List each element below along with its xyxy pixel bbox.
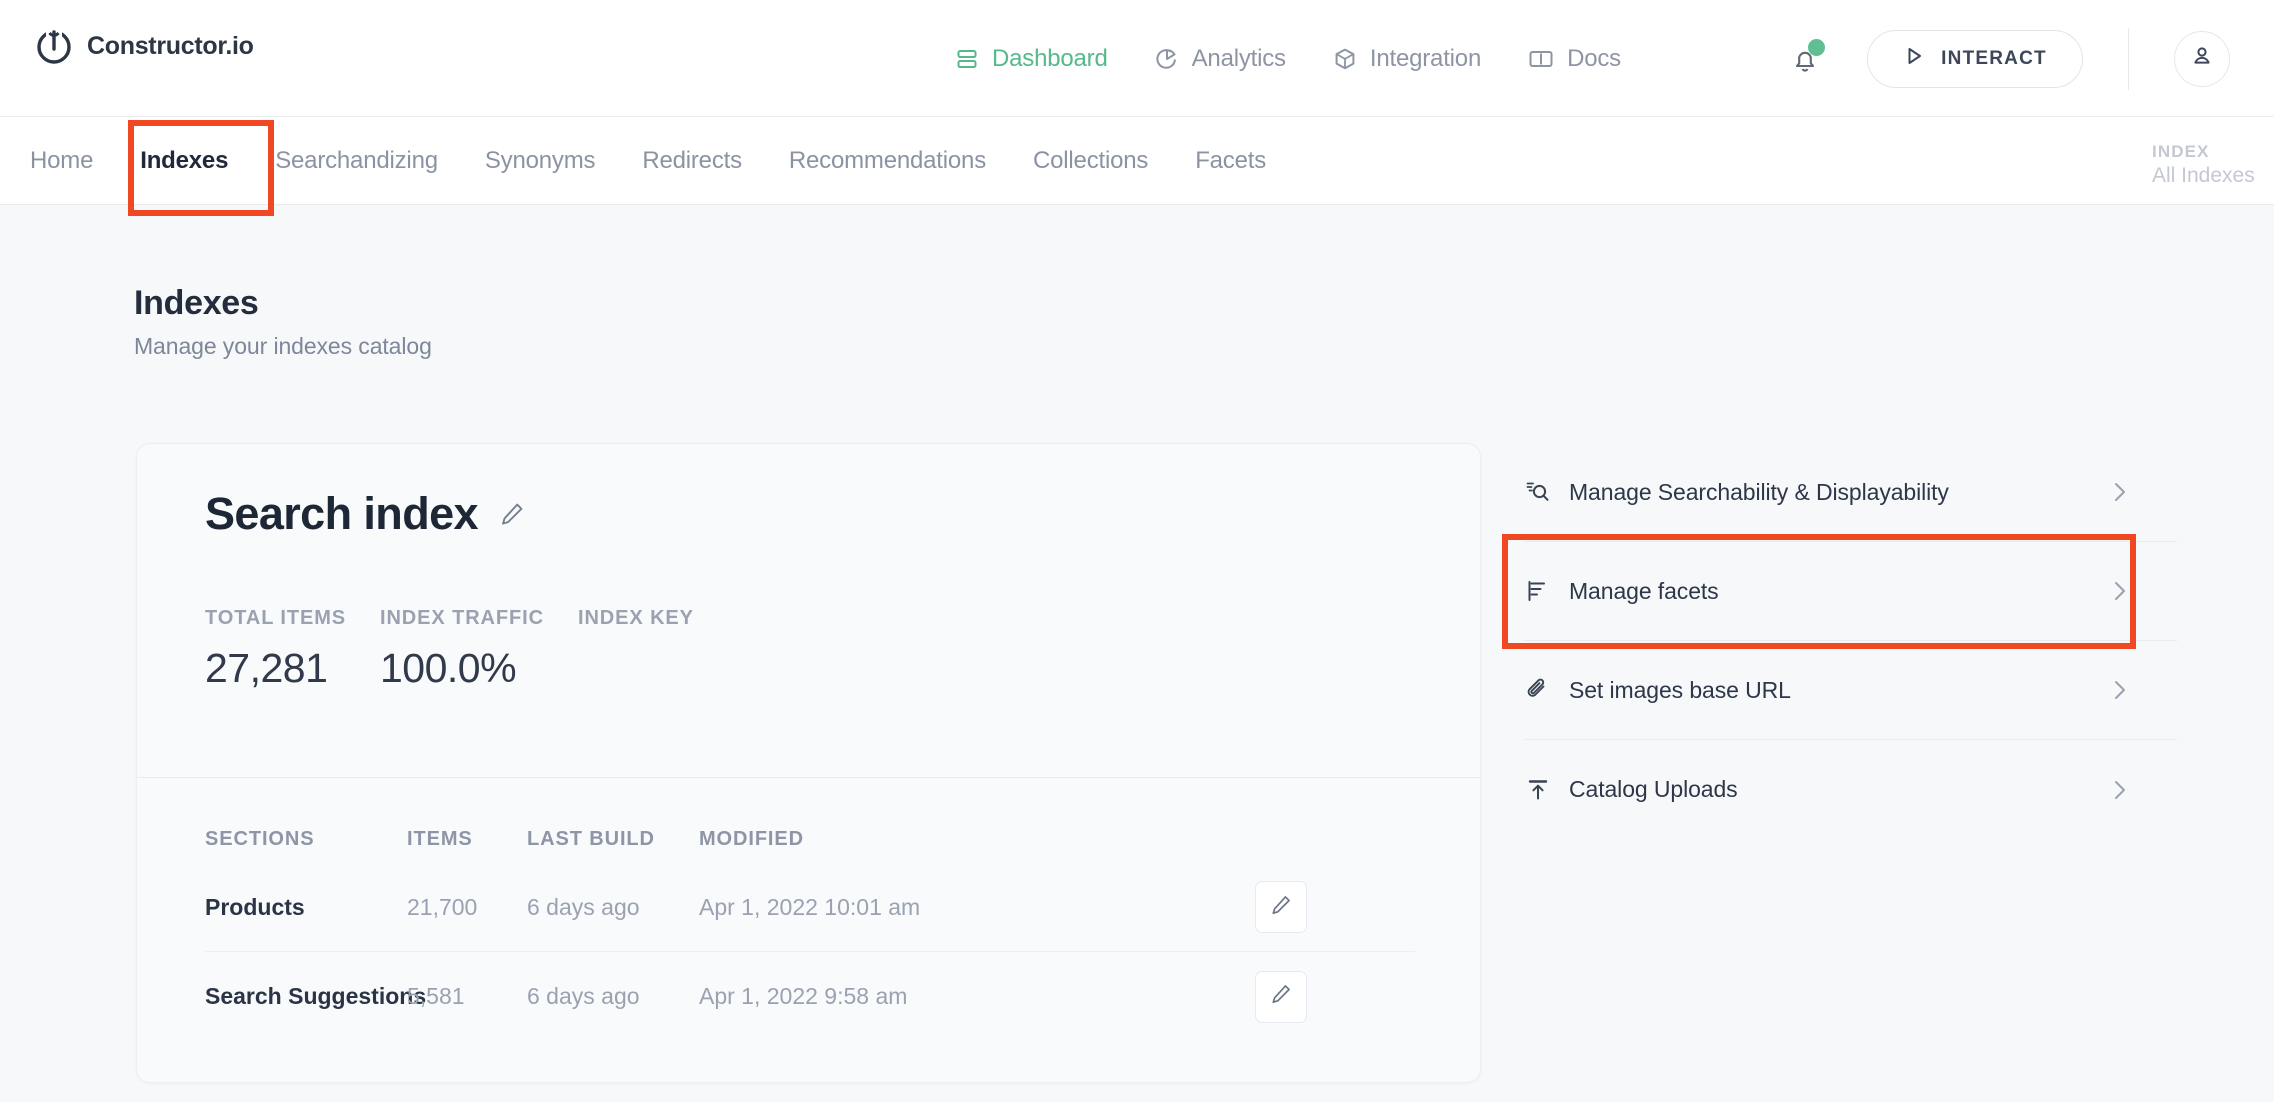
- brand-logo[interactable]: Constructor.io: [34, 26, 254, 66]
- row-section-name: Search Suggestions: [205, 983, 427, 1009]
- dashboard-icon: [955, 47, 979, 71]
- subnav-item-searchandizing[interactable]: Searchandizing: [275, 147, 438, 175]
- header-right-cluster: INTERACT: [1785, 0, 2274, 117]
- column-header-last-build: LAST BUILD: [527, 827, 655, 850]
- secondary-nav: Home Indexes Searchandizing Synonyms Red…: [0, 117, 2274, 205]
- paperclip-icon: [1525, 677, 1569, 703]
- page-heading: Indexes Manage your indexes catalog: [134, 284, 432, 360]
- subnav-item-collections[interactable]: Collections: [1033, 147, 1148, 175]
- action-label: Catalog Uploads: [1569, 776, 1738, 802]
- power-logo-icon: [34, 26, 74, 66]
- card-title: Search index: [205, 488, 479, 539]
- pencil-icon: [1269, 893, 1293, 922]
- user-avatar-icon: [2189, 43, 2215, 74]
- row-modified: Apr 1, 2022 10:01 am: [699, 893, 921, 920]
- action-manage-searchability[interactable]: Manage Searchability & Displayability: [1525, 443, 2177, 542]
- stat-total-items: TOTAL ITEMS 27,281: [205, 607, 380, 692]
- index-scope-label: INDEX: [2152, 142, 2210, 161]
- interact-button-label: INTERACT: [1941, 47, 2047, 69]
- action-label: Manage facets: [1569, 577, 1719, 604]
- edit-index-name-pencil-icon[interactable]: [498, 500, 526, 528]
- row-edit-button[interactable]: [1255, 970, 1307, 1023]
- page-title: Indexes: [134, 284, 259, 322]
- row-edit-button[interactable]: [1255, 881, 1307, 933]
- secondary-nav-items: Home Indexes Searchandizing Synonyms Red…: [30, 117, 1266, 205]
- nav-item-integration[interactable]: Integration: [1333, 45, 1481, 73]
- action-label: Set images base URL: [1569, 676, 1791, 703]
- pencil-icon: [1269, 982, 1293, 1011]
- index-scope-value: All Indexes: [2152, 163, 2255, 187]
- page-subtitle: Manage your indexes catalog: [134, 333, 432, 359]
- stat-value: 27,281: [205, 645, 328, 691]
- chevron-right-icon: [2111, 677, 2129, 703]
- interact-button[interactable]: INTERACT: [1867, 29, 2083, 88]
- chevron-right-icon: [2111, 777, 2129, 803]
- docs-icon: [1528, 47, 1554, 71]
- sections-table: SECTIONS ITEMS LAST BUILD MODIFIED Produ…: [205, 815, 1415, 1041]
- action-catalog-uploads[interactable]: Catalog Uploads: [1525, 740, 2177, 839]
- table-row[interactable]: Search Suggestions 5,581 6 days ago Apr …: [205, 952, 1415, 1041]
- table-row[interactable]: Products 21,700 6 days ago Apr 1, 2022 1…: [205, 863, 1415, 952]
- column-header-sections: SECTIONS: [205, 827, 315, 850]
- app-root: Constructor.io Dashboard Analytics Integ…: [0, 0, 2274, 1102]
- play-icon: [1903, 45, 1925, 72]
- nav-item-dashboard[interactable]: Dashboard: [955, 45, 1108, 73]
- bell-icon: [1785, 51, 1825, 83]
- nav-item-label: Docs: [1567, 44, 1621, 72]
- nav-item-analytics[interactable]: Analytics: [1155, 45, 1286, 73]
- search-settings-icon: [1525, 479, 1569, 505]
- brand-name: Constructor.io: [87, 31, 254, 60]
- upload-icon: [1525, 777, 1569, 803]
- primary-nav: Dashboard Analytics Integration Docs: [955, 0, 1621, 117]
- integration-icon: [1333, 47, 1357, 71]
- stat-label: TOTAL ITEMS: [205, 607, 347, 629]
- row-section-name: Products: [205, 893, 305, 920]
- index-actions-list: Manage Searchability & Displayability Ma…: [1525, 443, 2177, 839]
- nav-item-docs[interactable]: Docs: [1528, 45, 1621, 73]
- action-manage-facets[interactable]: Manage facets: [1525, 542, 2177, 641]
- chevron-right-icon: [2111, 578, 2129, 604]
- stat-index-key: INDEX KEY: [578, 607, 694, 692]
- column-header-modified: MODIFIED: [699, 827, 804, 850]
- account-button[interactable]: [2174, 30, 2230, 87]
- table-header-row: SECTIONS ITEMS LAST BUILD MODIFIED: [205, 815, 1415, 863]
- row-last-build: 6 days ago: [527, 983, 640, 1009]
- main-content: Indexes Manage your indexes catalog Sear…: [0, 206, 2274, 1102]
- stat-label: INDEX TRAFFIC: [380, 607, 544, 629]
- card-header: Search index: [205, 488, 526, 540]
- action-label: Manage Searchability & Displayability: [1569, 478, 1949, 505]
- subnav-item-recommendations[interactable]: Recommendations: [789, 147, 986, 175]
- row-items: 21,700: [407, 893, 478, 920]
- subnav-item-indexes[interactable]: Indexes: [140, 147, 228, 175]
- stat-label: INDEX KEY: [578, 607, 694, 629]
- analytics-icon: [1155, 47, 1179, 71]
- nav-item-label: Integration: [1369, 44, 1482, 72]
- subnav-item-redirects[interactable]: Redirects: [642, 147, 742, 175]
- subnav-item-home[interactable]: Home: [30, 147, 93, 175]
- column-header-items: ITEMS: [407, 827, 473, 850]
- nav-item-label: Dashboard: [992, 44, 1108, 72]
- action-set-images-base-url[interactable]: Set images base URL: [1525, 641, 2177, 740]
- facets-icon: [1525, 578, 1569, 604]
- stat-value: 100.0%: [380, 645, 517, 691]
- search-index-card: Search index TOTAL ITEMS 27,281 INDEX TR…: [136, 443, 1481, 1083]
- subnav-item-synonyms[interactable]: Synonyms: [485, 147, 596, 175]
- row-items: 5,581: [407, 983, 465, 1009]
- chevron-right-icon: [2111, 479, 2129, 505]
- nav-item-label: Analytics: [1191, 44, 1286, 72]
- header-divider: [2128, 27, 2129, 90]
- stat-index-traffic: INDEX TRAFFIC 100.0%: [380, 607, 578, 692]
- subnav-item-facets[interactable]: Facets: [1195, 147, 1266, 175]
- notification-badge-dot: [1808, 38, 1825, 56]
- index-stats: TOTAL ITEMS 27,281 INDEX TRAFFIC 100.0% …: [205, 607, 694, 692]
- row-modified: Apr 1, 2022 9:58 am: [699, 983, 908, 1009]
- top-header: Constructor.io Dashboard Analytics Integ…: [0, 0, 2274, 117]
- notifications-button[interactable]: [1785, 38, 1825, 79]
- card-divider: [137, 777, 1480, 778]
- index-scope-selector[interactable]: INDEX All Indexes: [2152, 141, 2274, 190]
- row-last-build: 6 days ago: [527, 893, 640, 920]
